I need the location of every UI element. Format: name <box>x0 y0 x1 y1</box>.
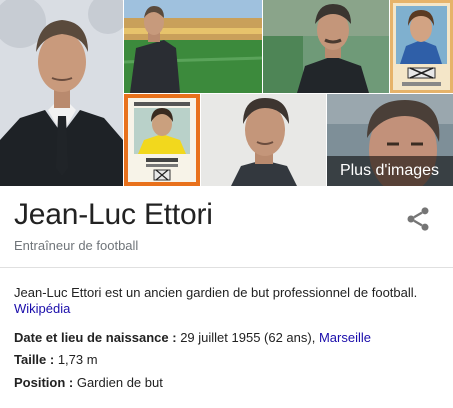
share-icon <box>407 207 429 231</box>
entity-title: Jean-Luc Ettori <box>14 198 213 231</box>
gallery-image-stadium[interactable] <box>124 0 262 93</box>
fact-birth-label: Date et lieu de naissance : <box>14 330 177 345</box>
fact-height-value: 1,73 m <box>54 352 98 367</box>
gallery-image-portrait[interactable] <box>0 0 123 186</box>
gallery-image-training[interactable] <box>263 0 389 93</box>
entity-description: Jean-Luc Ettori est un ancien gardien de… <box>14 285 444 317</box>
image-gallery: Plus d'images <box>0 0 453 186</box>
gallery-image-closeup[interactable]: Plus d'images <box>327 94 453 186</box>
fact-position-value: Gardien de but <box>73 375 163 390</box>
gallery-image-sticker[interactable] <box>124 94 200 186</box>
fact-height: Taille : 1,73 m <box>14 352 98 367</box>
fact-height-label: Taille : <box>14 352 55 367</box>
fact-position-label: Position : <box>14 375 74 390</box>
fact-birth-value: 29 juillet 1955 (62 ans), <box>176 330 319 345</box>
more-images-button[interactable]: Plus d'images <box>327 156 453 186</box>
wikipedia-link[interactable]: Wikipédia <box>14 301 70 316</box>
entity-subtitle: Entraîneur de football <box>14 238 139 253</box>
birthplace-link[interactable]: Marseille <box>319 330 371 345</box>
gallery-image-card[interactable] <box>390 0 453 93</box>
gallery-image-profile[interactable] <box>201 94 326 186</box>
fact-position: Position : Gardien de but <box>14 375 163 390</box>
fact-birth: Date et lieu de naissance : 29 juillet 1… <box>14 330 371 345</box>
description-text: Jean-Luc Ettori est un ancien gardien de… <box>14 285 418 300</box>
section-divider <box>0 267 453 268</box>
share-button[interactable] <box>404 205 432 233</box>
